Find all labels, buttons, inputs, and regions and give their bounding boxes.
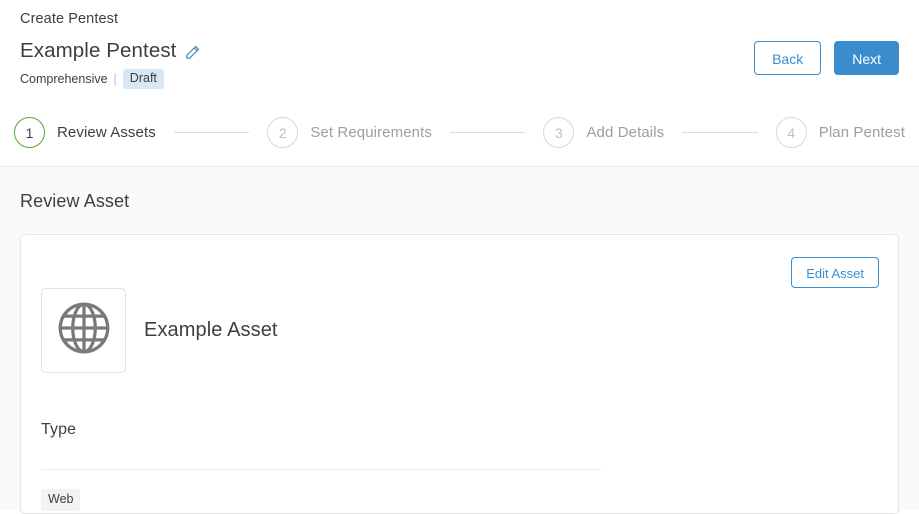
review-asset-section: Review Asset Edit Asset Example Asset Ty… <box>0 167 919 514</box>
status-badge: Draft <box>122 69 164 89</box>
stepper-item-set-requirements[interactable]: 2 Set Requirements <box>267 117 432 148</box>
globe-icon <box>54 298 114 363</box>
next-button[interactable]: Next <box>834 41 899 75</box>
edit-asset-button[interactable]: Edit Asset <box>791 257 879 288</box>
page-title: Example Pentest <box>20 39 177 62</box>
step-label-1: Review Assets <box>57 124 156 141</box>
meta-separator: | <box>113 72 117 86</box>
create-pentest-page: Create Pentest Example Pentest Comprehen… <box>0 0 919 514</box>
page-header: Create Pentest Example Pentest Comprehen… <box>0 0 919 167</box>
header-actions: Back Next <box>754 41 899 75</box>
pentest-type-label: Comprehensive <box>20 72 108 86</box>
title-line: Example Pentest <box>20 39 201 63</box>
back-button[interactable]: Back <box>754 41 822 75</box>
type-value-chip: Web <box>41 489 81 511</box>
asset-identity-row: Example Asset <box>21 235 898 373</box>
stepper-item-add-details[interactable]: 3 Add Details <box>543 117 664 148</box>
step-number-1: 1 <box>14 117 45 148</box>
type-value-row: Web <box>41 489 898 511</box>
field-divider <box>41 469 601 470</box>
title-block: Example Pentest Comprehensive | Draft <box>20 39 201 89</box>
asset-card: Edit Asset Example Asset Type Web <box>20 234 899 514</box>
breadcrumb[interactable]: Create Pentest <box>20 0 899 27</box>
edit-asset-wrap: Edit Asset <box>791 257 879 288</box>
stepper-item-plan-pentest[interactable]: 4 Plan Pentest <box>775 117 905 148</box>
step-label-2: Set Requirements <box>310 124 432 141</box>
stepper: 1 Review Assets 2 Set Requirements 3 Add… <box>14 117 905 148</box>
section-title: Review Asset <box>20 191 130 211</box>
type-field-block: Type Web <box>21 373 898 511</box>
step-number-3: 3 <box>543 117 575 148</box>
stepper-connector-1 <box>173 132 250 133</box>
pencil-icon[interactable] <box>184 44 201 61</box>
step-number-2: 2 <box>267 117 299 148</box>
stepper-item-review-assets[interactable]: 1 Review Assets <box>14 117 156 148</box>
type-label: Type <box>41 421 77 438</box>
pentest-meta: Comprehensive | Draft <box>20 69 201 89</box>
stepper-connector-2 <box>449 132 526 133</box>
step-number-4: 4 <box>775 117 807 148</box>
asset-icon-box <box>41 288 126 373</box>
stepper-connector-3 <box>682 132 758 133</box>
asset-name: Example Asset <box>144 319 278 341</box>
step-label-3: Add Details <box>586 124 665 141</box>
step-label-4: Plan Pentest <box>818 124 905 141</box>
